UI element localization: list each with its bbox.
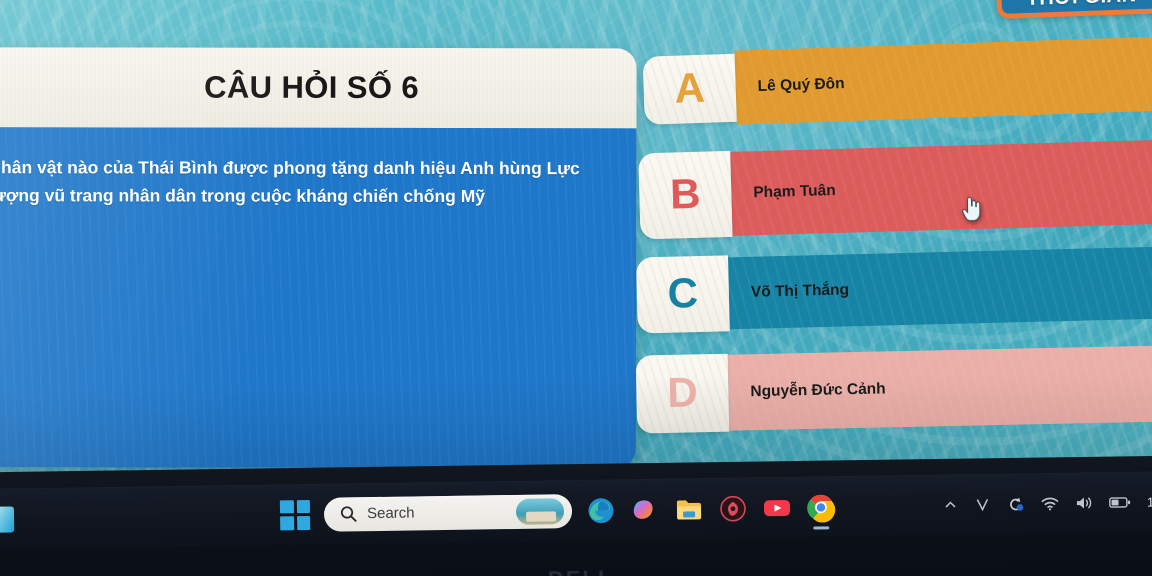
chevron-up-icon[interactable] — [943, 497, 958, 512]
question-body: Nhân vật nào của Thái Bình được phong tặ… — [0, 127, 637, 469]
hand-pointer-cursor — [962, 196, 981, 222]
dell-logo: DELL — [548, 566, 614, 576]
question-card: CÂU HỎI SỐ 6 Nhân vật nào của Thái Bình … — [0, 47, 637, 469]
answer-letter-b: B — [669, 169, 702, 218]
answer-badge-c: C — [635, 255, 730, 334]
question-text: Nhân vật nào của Thái Bình được phong tặ… — [0, 157, 580, 207]
search-input[interactable]: Search — [323, 493, 573, 532]
answer-option-d[interactable]: D Nguyễn Đức Cảnh — [635, 344, 1152, 434]
system-clock[interactable]: 14 — [1147, 494, 1152, 509]
answer-text-d: Nguyễn Đức Cảnh — [750, 380, 886, 401]
timer-badge: THỜI GIAN — [994, 0, 1152, 20]
answer-bar-b[interactable]: Phạm Tuân — [730, 139, 1152, 236]
search-highlight-thumbnail[interactable] — [515, 497, 565, 525]
answer-bar-d[interactable]: Nguyễn Đức Cảnh — [727, 344, 1152, 431]
wifi-icon[interactable] — [1041, 496, 1059, 511]
answer-options-list: A Lê Quý Đôn B Phạm Tuân C Võ Thị Thắng … — [631, 35, 1152, 459]
weather-widget-icon[interactable] — [0, 505, 15, 533]
v-app-icon[interactable] — [974, 496, 991, 513]
answer-badge-d: D — [635, 353, 730, 434]
search-icon — [340, 506, 357, 522]
timer-label: THỜI GIAN — [1026, 0, 1137, 11]
copilot-icon[interactable] — [630, 494, 660, 524]
answer-text-c: Võ Thị Thắng — [750, 281, 850, 301]
answer-badge-a: A — [642, 53, 737, 125]
search-label: Search — [366, 504, 415, 523]
answer-bar-c[interactable]: Võ Thị Thắng — [728, 245, 1152, 330]
monitor-photo: THỜI GIAN CÂU HỎI SỐ 6 Nhân vật nào của … — [0, 0, 1152, 576]
answer-option-b[interactable]: B Phạm Tuân — [638, 139, 1152, 240]
page-title: CÂU HỎI SỐ 6 — [204, 69, 420, 105]
answer-letter-c: C — [667, 269, 699, 317]
battery-icon[interactable] — [1109, 496, 1131, 509]
answer-option-a[interactable]: A Lê Quý Đôn — [642, 35, 1152, 128]
google-chrome-icon[interactable] — [806, 492, 836, 523]
screen-area: THỜI GIAN CÂU HỎI SỐ 6 Nhân vật nào của … — [0, 0, 1152, 498]
answer-letter-d: D — [666, 368, 699, 416]
youtube-icon[interactable] — [762, 492, 792, 522]
speaker-icon[interactable] — [1075, 495, 1093, 510]
red-circle-app-icon[interactable] — [718, 493, 748, 523]
file-explorer-icon[interactable] — [674, 494, 704, 524]
question-header: CÂU HỎI SỐ 6 — [0, 47, 637, 129]
answer-letter-a: A — [673, 63, 706, 112]
answer-text-a: Lê Quý Đôn — [757, 75, 845, 95]
start-button[interactable] — [279, 499, 311, 530]
microsoft-edge-icon[interactable] — [586, 495, 616, 525]
answer-bar-a[interactable]: Lê Quý Đôn — [734, 35, 1152, 125]
answer-badge-b: B — [638, 150, 733, 240]
sync-icon[interactable] — [1007, 495, 1025, 513]
answer-option-c[interactable]: C Võ Thị Thắng — [635, 245, 1152, 334]
answer-text-b: Phạm Tuân — [753, 181, 836, 202]
